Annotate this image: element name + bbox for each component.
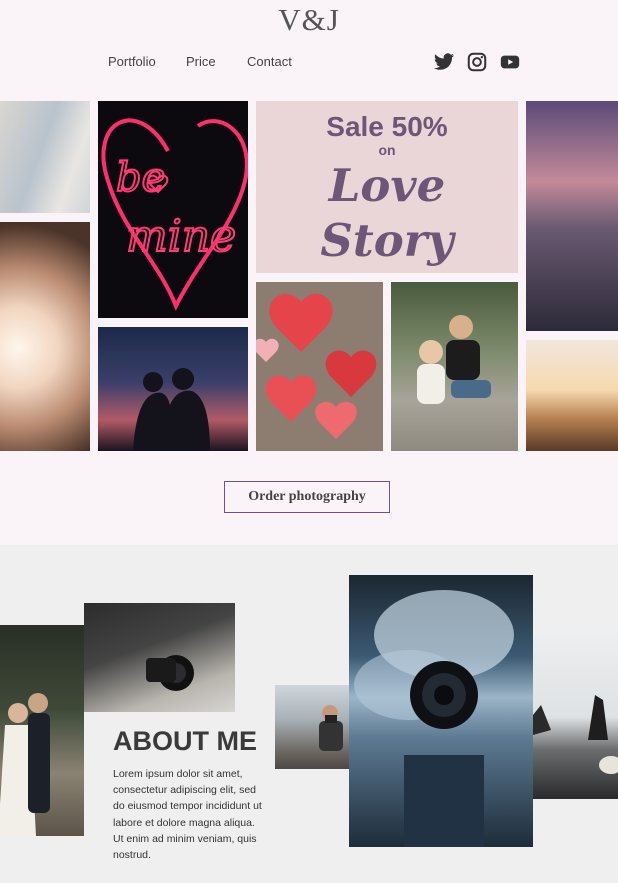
wedding-couple-photo <box>0 625 84 836</box>
nav-contact[interactable]: Contact <box>247 54 292 69</box>
about-body: Lorem ipsum dolor sit amet, consectetur … <box>113 768 262 862</box>
wedding-graphic <box>0 693 50 836</box>
sale-script-story: Story <box>320 214 454 267</box>
sale-connector: on <box>378 142 396 158</box>
couple-kiss-photo <box>0 222 90 451</box>
youtube-icon[interactable] <box>499 51 521 73</box>
be-mine-neon-photo: be mine <box>98 101 248 318</box>
hearts-graphic <box>256 282 383 451</box>
nav-portfolio[interactable]: Portfolio <box>108 54 156 69</box>
about-title: ABOUT ME <box>113 726 257 756</box>
svg-text:mine: mine <box>126 211 236 262</box>
neon-heart-graphic: be mine <box>101 118 248 311</box>
sale-headline: Sale 50% <box>326 111 448 142</box>
beach-rocks-graphic <box>533 695 618 774</box>
instagram-icon[interactable] <box>466 51 488 73</box>
sale-banner[interactable]: Sale 50% on Love Story <box>256 101 518 273</box>
silhouette-graphic <box>133 368 210 451</box>
sunset-field-photo <box>526 340 618 451</box>
couple-denim-photo <box>0 101 90 213</box>
smoke-camera-graphic <box>354 590 514 847</box>
twitter-icon[interactable] <box>433 51 455 73</box>
silhouette-couple-photo <box>98 327 248 451</box>
smoke-camera-photo <box>349 575 533 847</box>
sale-script-love: Love <box>328 159 446 212</box>
site-logo[interactable]: V&J <box>0 2 618 38</box>
red-hearts-photo <box>256 282 383 451</box>
nav-price[interactable]: Price <box>186 54 216 69</box>
couple-sitting-graphic <box>417 315 491 404</box>
beach-rocks-photo <box>533 635 618 799</box>
couple-sitting-photo <box>391 282 518 451</box>
camera-hand-photo <box>84 603 235 712</box>
coast-hand-photo <box>526 101 618 331</box>
order-photography-button[interactable]: Order photography <box>224 481 390 513</box>
camera-graphic <box>146 655 194 691</box>
